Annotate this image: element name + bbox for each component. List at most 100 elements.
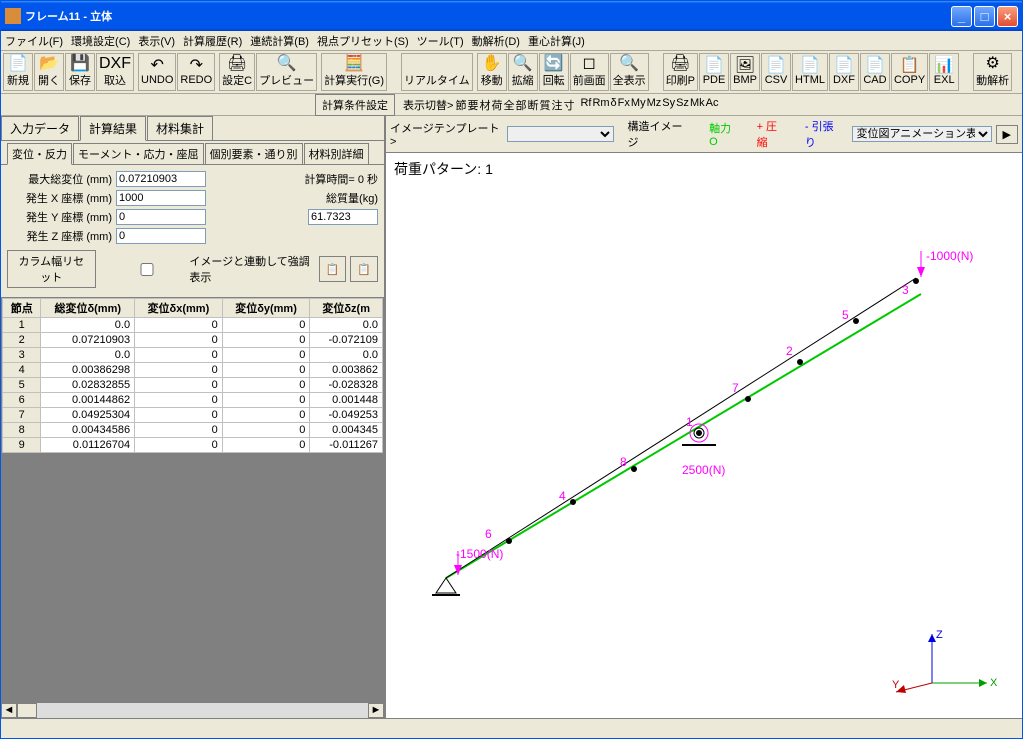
table-row[interactable]: 10.0000.0: [3, 318, 383, 333]
toolbar-移動[interactable]: ✋移動: [477, 53, 507, 91]
column-reset-button[interactable]: カラム幅リセット: [7, 250, 96, 288]
grid-header[interactable]: 変位δy(mm): [222, 299, 310, 318]
toolbar-PDE[interactable]: 📄PDE: [699, 53, 729, 91]
menu-continuous[interactable]: 連続計算(B): [250, 33, 309, 49]
menu-cog[interactable]: 重心計算(J): [528, 33, 585, 49]
minimize-button[interactable]: _: [951, 6, 972, 27]
toolbar-計算実行(G)[interactable]: 🧮計算実行(G): [321, 53, 387, 91]
results-grid[interactable]: 節点総変位δ(mm)変位δx(mm)変位δy(mm)変位δz(m10.0000.…: [1, 297, 384, 454]
subbtn-Mz[interactable]: Mz: [647, 97, 662, 113]
menu-viewpreset[interactable]: 視点プリセット(S): [317, 33, 409, 49]
table-row[interactable]: 70.0492530400-0.049253: [3, 408, 383, 423]
maximize-button[interactable]: □: [974, 6, 995, 27]
toolbar-BMP[interactable]: 🖼BMP: [730, 53, 760, 91]
toolbar-プレビュー[interactable]: 🔍プレビュー: [256, 53, 317, 91]
max-disp-field[interactable]: [116, 171, 206, 187]
x-coord-field[interactable]: [116, 190, 206, 206]
subbtn-要[interactable]: 要: [467, 97, 478, 113]
subbtn-質[interactable]: 質: [539, 97, 550, 113]
subbtn-[interactable]: [575, 97, 579, 113]
toolbar-新規[interactable]: 📄新規: [3, 53, 33, 91]
toolbar-回転[interactable]: 🔄回転: [539, 53, 569, 91]
subbtn-Rm[interactable]: Rm: [592, 97, 609, 113]
toolbar-動解析[interactable]: ⚙動解析: [973, 53, 1012, 91]
toolbar-DXF[interactable]: 📄DXF: [829, 53, 859, 91]
subbtn-荷[interactable]: 荷: [491, 97, 502, 113]
table-row[interactable]: 80.00434586000.004345: [3, 423, 383, 438]
scroll-left-icon[interactable]: ◄: [1, 703, 17, 718]
subtab-mat[interactable]: 材料別詳細: [304, 143, 369, 164]
toolbar-HTML[interactable]: 📄HTML: [792, 53, 828, 91]
subbtn-My[interactable]: My: [631, 97, 646, 113]
mass-field[interactable]: [308, 209, 378, 225]
tab-materials[interactable]: 材料集計: [147, 116, 213, 140]
toolbar-COPY[interactable]: 📋COPY: [891, 53, 928, 91]
menu-env[interactable]: 環境設定(C): [71, 33, 130, 49]
subbtn-Rf[interactable]: Rf: [580, 97, 591, 113]
toolbar-拡縮[interactable]: 🔍拡縮: [508, 53, 538, 91]
tab-input[interactable]: 入力データ: [1, 116, 79, 140]
subbtn-Fx[interactable]: Fx: [618, 97, 630, 113]
play-button[interactable]: ▶: [996, 125, 1018, 144]
table-row[interactable]: 90.0112670400-0.011267: [3, 438, 383, 453]
subbtn-Ac[interactable]: Ac: [706, 97, 719, 113]
table-row[interactable]: 60.00144862000.001448: [3, 393, 383, 408]
toolbar-EXL[interactable]: 📊EXL: [929, 53, 959, 91]
subbtn-寸[interactable]: 寸: [563, 97, 574, 113]
subbtn-Mk[interactable]: Mk: [690, 97, 705, 113]
calc-settings-button[interactable]: 計算条件設定: [315, 94, 395, 116]
copy2-button[interactable]: 📋: [350, 256, 378, 282]
h-scrollbar[interactable]: ◄ ►: [1, 702, 384, 718]
copy1-button[interactable]: 📋: [319, 256, 347, 282]
subbtn-Sz[interactable]: Sz: [676, 97, 689, 113]
toolbar-リアルタイム[interactable]: リアルタイム: [401, 53, 473, 91]
link-highlight-checkbox[interactable]: [109, 263, 186, 276]
z-coord-field[interactable]: [116, 228, 206, 244]
subbtn-節[interactable]: 節: [455, 97, 466, 113]
toolbar-印刷P[interactable]: 🖨印刷P: [663, 53, 698, 91]
subbtn-全[interactable]: 全: [503, 97, 514, 113]
tab-results[interactable]: 計算結果: [80, 116, 146, 141]
toolbar-設定C[interactable]: 🖨設定C: [219, 53, 255, 91]
menu-tool[interactable]: ツール(T): [417, 33, 464, 49]
imgtpl-select[interactable]: [507, 126, 614, 142]
subbtn-部[interactable]: 部: [515, 97, 526, 113]
subbtn-断[interactable]: 断: [527, 97, 538, 113]
toolbar-前画面[interactable]: ◻前画面: [570, 53, 609, 91]
y-coord-field[interactable]: [116, 209, 206, 225]
subtab-moment[interactable]: モーメント・応力・座屈: [73, 143, 204, 164]
toolbar-UNDO[interactable]: ↶UNDO: [138, 53, 176, 91]
main-toolbar: 📄新規📂開く💾保存DXF取込 ↶UNDO↷REDO 🖨設定C🔍プレビュー 🧮計算…: [1, 51, 1022, 94]
subtab-elem[interactable]: 個別要素・通り別: [205, 143, 303, 164]
toolbar-全表示[interactable]: 🔍全表示: [610, 53, 649, 91]
subbtn-材[interactable]: 材: [479, 97, 490, 113]
table-row[interactable]: 20.0721090300-0.072109: [3, 333, 383, 348]
toolbar-REDO[interactable]: ↷REDO: [177, 53, 215, 91]
scroll-right-icon[interactable]: ►: [368, 703, 384, 718]
grid-header[interactable]: 総変位δ(mm): [41, 299, 135, 318]
toolbar-開く[interactable]: 📂開く: [34, 53, 64, 91]
close-button[interactable]: ×: [997, 6, 1018, 27]
menu-file[interactable]: ファイル(F): [5, 33, 63, 49]
toolbar-取込[interactable]: DXF取込: [96, 53, 134, 91]
subbtn-δ[interactable]: δ: [611, 97, 617, 113]
grid-header[interactable]: 変位δx(mm): [135, 299, 223, 318]
anim-select[interactable]: 変位図アニメーション表示: [852, 126, 992, 142]
table-row[interactable]: 30.0000.0: [3, 348, 383, 363]
menu-dynamic[interactable]: 動解析(D): [472, 33, 520, 49]
toolbar-CAD[interactable]: 📄CAD: [860, 53, 890, 91]
grid-header[interactable]: 節点: [3, 299, 41, 318]
grid-header[interactable]: 変位δz(m: [310, 299, 383, 318]
table-row[interactable]: 40.00386298000.003862: [3, 363, 383, 378]
z-coord-label: 発生 Z 座標 (mm): [7, 228, 112, 244]
toolbar-保存[interactable]: 💾保存: [65, 53, 95, 91]
menu-view[interactable]: 表示(V): [138, 33, 175, 49]
axial-label: 軸力O: [709, 120, 739, 148]
subtab-disp[interactable]: 変位・反力: [7, 143, 72, 165]
toolbar-CSV[interactable]: 📄CSV: [761, 53, 791, 91]
subbtn-注[interactable]: 注: [551, 97, 562, 113]
canvas[interactable]: 荷重パターン: 1: [386, 153, 1022, 718]
table-row[interactable]: 50.0283285500-0.028328: [3, 378, 383, 393]
menu-history[interactable]: 計算履歴(R): [183, 33, 242, 49]
subbtn-Sy[interactable]: Sy: [662, 97, 675, 113]
